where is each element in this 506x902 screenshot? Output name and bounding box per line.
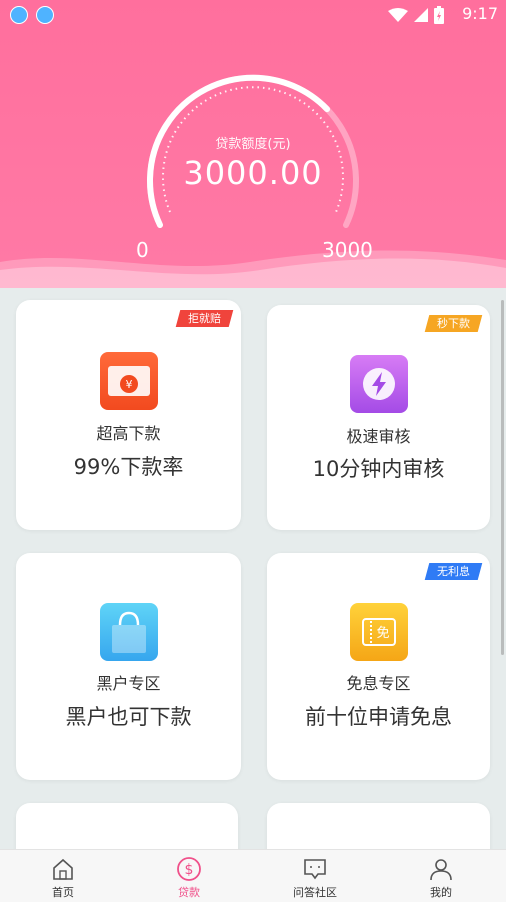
- svg-text:¥: ¥: [125, 378, 132, 391]
- feature-card-interest-free[interactable]: 无利息 免 免息专区 前十位申请免息: [267, 553, 490, 780]
- tab-label: 我的: [430, 886, 452, 899]
- card-subtitle: 黑户也可下款: [65, 705, 192, 729]
- clock: 9:17: [462, 4, 498, 23]
- lightning-icon: [349, 355, 408, 413]
- card-title: 黑户专区: [96, 674, 161, 693]
- home-icon: [53, 858, 73, 880]
- signal-icon: [414, 8, 428, 22]
- tab-label: 贷款: [178, 886, 200, 899]
- wave-decoration: [0, 250, 506, 288]
- user-icon: [430, 859, 452, 881]
- tab-label: 首页: [52, 886, 74, 899]
- card-subtitle: 99%下款率: [73, 455, 184, 479]
- wifi-icon: [388, 8, 408, 22]
- feature-card-blacklist[interactable]: 黑户专区 黑户也可下款: [16, 553, 241, 780]
- battery-icon: [434, 6, 444, 24]
- loan-amount: 3000.00: [183, 154, 323, 192]
- card-subtitle: 10分钟内审核: [312, 457, 445, 481]
- chat-icon: [304, 859, 326, 880]
- money-envelope-icon: ¥: [99, 352, 158, 410]
- badge: 秒下款: [424, 315, 483, 332]
- app-notification-icon: [10, 6, 28, 24]
- dollar-icon: $: [177, 857, 201, 881]
- status-bar: 9:17: [0, 0, 506, 28]
- gauge-label: 贷款额度(元): [215, 137, 291, 152]
- coupon-icon: 免: [349, 603, 408, 661]
- tab-label: 问答社区: [293, 886, 337, 899]
- badge: 无利息: [424, 563, 483, 580]
- card-title: 超高下款: [96, 424, 161, 443]
- feature-card-fast-review[interactable]: 秒下款 极速审核 10分钟内审核: [267, 305, 490, 530]
- scrollbar[interactable]: [501, 300, 504, 655]
- card-title: 极速审核: [346, 427, 411, 446]
- bottom-tab-bar: 首页 $ 贷款 问答社区 我的: [0, 849, 506, 902]
- card-subtitle: 前十位申请免息: [305, 705, 452, 729]
- badge: 拒就赔: [175, 310, 234, 327]
- app-notification-icon: [36, 6, 54, 24]
- loan-header: 贷款额度(元) 3000.00 0 3000: [0, 0, 506, 288]
- svg-text:$: $: [185, 862, 194, 878]
- tab-home[interactable]: 首页: [0, 850, 126, 902]
- tab-profile[interactable]: 我的: [378, 850, 504, 902]
- tab-community[interactable]: 问答社区: [252, 850, 378, 902]
- tab-loan[interactable]: $ 贷款: [126, 850, 252, 902]
- card-title: 免息专区: [346, 674, 411, 693]
- feature-card-high-loan[interactable]: 拒就赔 ¥ 超高下款 99%下款率: [16, 300, 241, 530]
- svg-text:免: 免: [376, 626, 389, 641]
- shopping-bag-icon: [99, 603, 158, 661]
